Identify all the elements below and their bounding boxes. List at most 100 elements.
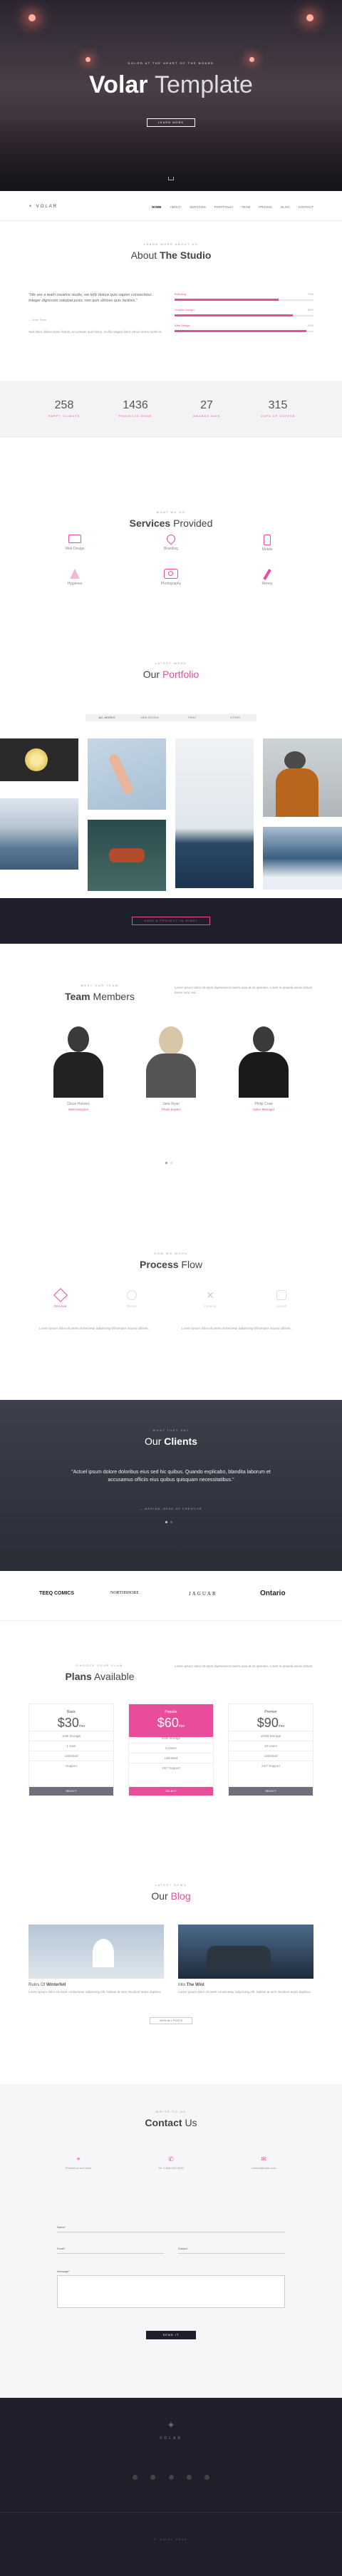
service-item[interactable]: Web Design: [43, 535, 107, 551]
process-step[interactable]: Launch: [260, 1290, 303, 1308]
compass-icon: [53, 1288, 68, 1302]
filter-other[interactable]: OTHER: [214, 714, 256, 721]
about-body: Sed dolor ullamcorper dictum, accumsan q…: [28, 330, 162, 334]
hero-section: Dolor at the heart of the board Volar Te…: [0, 0, 342, 191]
about-title: About The Studio: [130, 249, 212, 261]
portfolio-item-shoes[interactable]: [88, 820, 166, 891]
service-label: Branding: [163, 547, 178, 551]
skills: Branding 75% Graphic Design 85% Web Desi…: [175, 292, 314, 349]
plans-kicker: Choose your plan: [76, 1664, 123, 1667]
portfolio-item-waves[interactable]: [263, 827, 342, 890]
email-label: Email*: [57, 2247, 66, 2250]
footer-copyright: © Volar 2015: [154, 2538, 188, 2541]
footer-wings-icon: ✦: [167, 2419, 175, 2431]
blog-post[interactable]: Into The Wild Lorem ipsum dolor sit amet…: [178, 1925, 314, 1994]
nav-pricing[interactable]: PRICING: [259, 205, 272, 209]
plan-select-button[interactable]: SELECT: [129, 1787, 213, 1796]
plan-feature: Unlimited: [29, 1751, 113, 1761]
member-name: Oscar Holmes: [67, 1102, 90, 1106]
step-label: Design: [126, 1304, 137, 1308]
process-step[interactable]: Discover: [39, 1288, 82, 1308]
clients-kicker: What they say: [152, 1428, 190, 1432]
nav-team[interactable]: TEAM: [242, 205, 251, 209]
contact-kicker: Write to us: [155, 2110, 187, 2113]
nav-portfolio[interactable]: PORTFOLIO: [214, 205, 233, 209]
logo[interactable]: ✦ VOLAR: [28, 204, 58, 209]
filter-web-design[interactable]: WEB DESIGN: [128, 714, 171, 721]
nav-about[interactable]: ABOUT: [170, 205, 182, 209]
send-button[interactable]: Send it: [146, 2331, 196, 2339]
google-plus-icon[interactable]: [168, 2475, 174, 2480]
plan-feature: Unlimited: [129, 1753, 213, 1763]
portfolio-item-hands[interactable]: [88, 738, 166, 810]
email-field[interactable]: [57, 2253, 164, 2254]
twitter-icon[interactable]: [150, 2475, 156, 2480]
pen-icon: [263, 569, 271, 580]
portfolio-item-lemon[interactable]: [0, 738, 78, 781]
camera-icon: [164, 569, 178, 579]
post-title: Into The Wild: [178, 1983, 204, 1987]
dribbble-icon[interactable]: [204, 2475, 209, 2480]
learn-more-button[interactable]: Learn more: [147, 118, 195, 127]
hero-title: Volar Template: [89, 71, 253, 98]
subject-label: Subject: [178, 2247, 188, 2250]
filter-print[interactable]: PRINT: [171, 714, 214, 721]
process-text-right: Lorem ipsum dolor sit amet consectetur a…: [182, 1326, 291, 1330]
service-item[interactable]: Photography: [139, 569, 203, 586]
plan-price: $60/mo: [157, 1716, 185, 1730]
scroll-down-icon[interactable]: [168, 177, 174, 180]
post-excerpt: Lorem ipsum dolor sit amet consectetur a…: [178, 1990, 311, 1994]
project-button[interactable]: Have a project in mind?: [132, 917, 210, 925]
service-item[interactable]: Hygienes: [43, 569, 107, 586]
skill-pct: 95%: [307, 324, 314, 327]
slider-dot[interactable]: [165, 1521, 167, 1523]
blog-post[interactable]: Ruins Of Winterfell Lorem ipsum dolor si…: [28, 1925, 164, 1994]
slider-dot[interactable]: [170, 1521, 172, 1523]
client-logo: TEEQ COMICS: [39, 1591, 75, 1596]
plans-section: Choose your plan Plans Available Lorem i…: [0, 1632, 342, 1875]
team-member[interactable]: Oscar Holmes Web Designer: [39, 1026, 118, 1111]
plans-title: Plans Available: [65, 1671, 135, 1682]
page-dot[interactable]: [170, 1162, 172, 1164]
testimonial-dots: [165, 1521, 172, 1523]
portfolio-item-jacket[interactable]: [263, 738, 342, 817]
plan-feature: 24/7 Support: [129, 1763, 213, 1773]
stat-label: Awards Won: [192, 414, 221, 418]
plan-select-button[interactable]: SELECT: [29, 1787, 113, 1796]
view-all-posts-button[interactable]: View all posts: [150, 2017, 192, 2024]
plan-name: Basic: [66, 1710, 76, 1714]
nav-contact[interactable]: CONTACT: [299, 205, 314, 209]
facebook-icon[interactable]: [133, 2475, 138, 2480]
process-step[interactable]: Design: [110, 1290, 153, 1308]
portfolio-item-coast[interactable]: [0, 798, 78, 870]
logo-wings-icon: ✦: [28, 205, 34, 209]
service-item[interactable]: Mobile: [235, 535, 299, 552]
portfolio-filters: ALL WORKS WEB DESIGN PRINT OTHER: [86, 714, 256, 721]
linkedin-icon[interactable]: [186, 2475, 192, 2480]
post-image: [28, 1925, 164, 1979]
team-member[interactable]: Jane Ryan Photo Expert: [132, 1026, 210, 1111]
process-kicker: How we work: [154, 1252, 188, 1255]
process-step[interactable]: ✕ Develop: [189, 1290, 232, 1308]
page-dot[interactable]: [165, 1162, 167, 1164]
team-section: Meet our team Team Members Lorem ipsum d…: [0, 955, 342, 1190]
plan-card: Premier $90/mo 10GB Storage 10 Users Unl…: [228, 1704, 314, 1796]
team-member[interactable]: Philip Craw Video Manager: [224, 1026, 303, 1111]
step-label: Discover: [54, 1304, 67, 1308]
plan-select-button[interactable]: SELECT: [229, 1787, 313, 1796]
portfolio-item-drops[interactable]: [175, 738, 254, 888]
mail-icon: ✉: [261, 2155, 266, 2163]
message-field[interactable]: [57, 2275, 285, 2308]
plan-feature: 10 Users: [229, 1741, 313, 1751]
subject-field[interactable]: [178, 2253, 285, 2254]
skill-pct: 75%: [307, 292, 314, 296]
pin-icon: [165, 532, 177, 545]
nav-home[interactable]: HOME: [152, 205, 162, 209]
nav-services[interactable]: SERVICES: [190, 205, 206, 209]
service-item[interactable]: Money: [235, 569, 299, 586]
testimonial-quote: "Actuel ipsum dolore doloribus eius sed …: [71, 1470, 271, 1483]
location-icon: ⌖: [76, 2155, 81, 2163]
nav-blog[interactable]: BLOG: [281, 205, 290, 209]
service-item[interactable]: Branding: [139, 532, 203, 551]
filter-all[interactable]: ALL WORKS: [86, 714, 128, 721]
